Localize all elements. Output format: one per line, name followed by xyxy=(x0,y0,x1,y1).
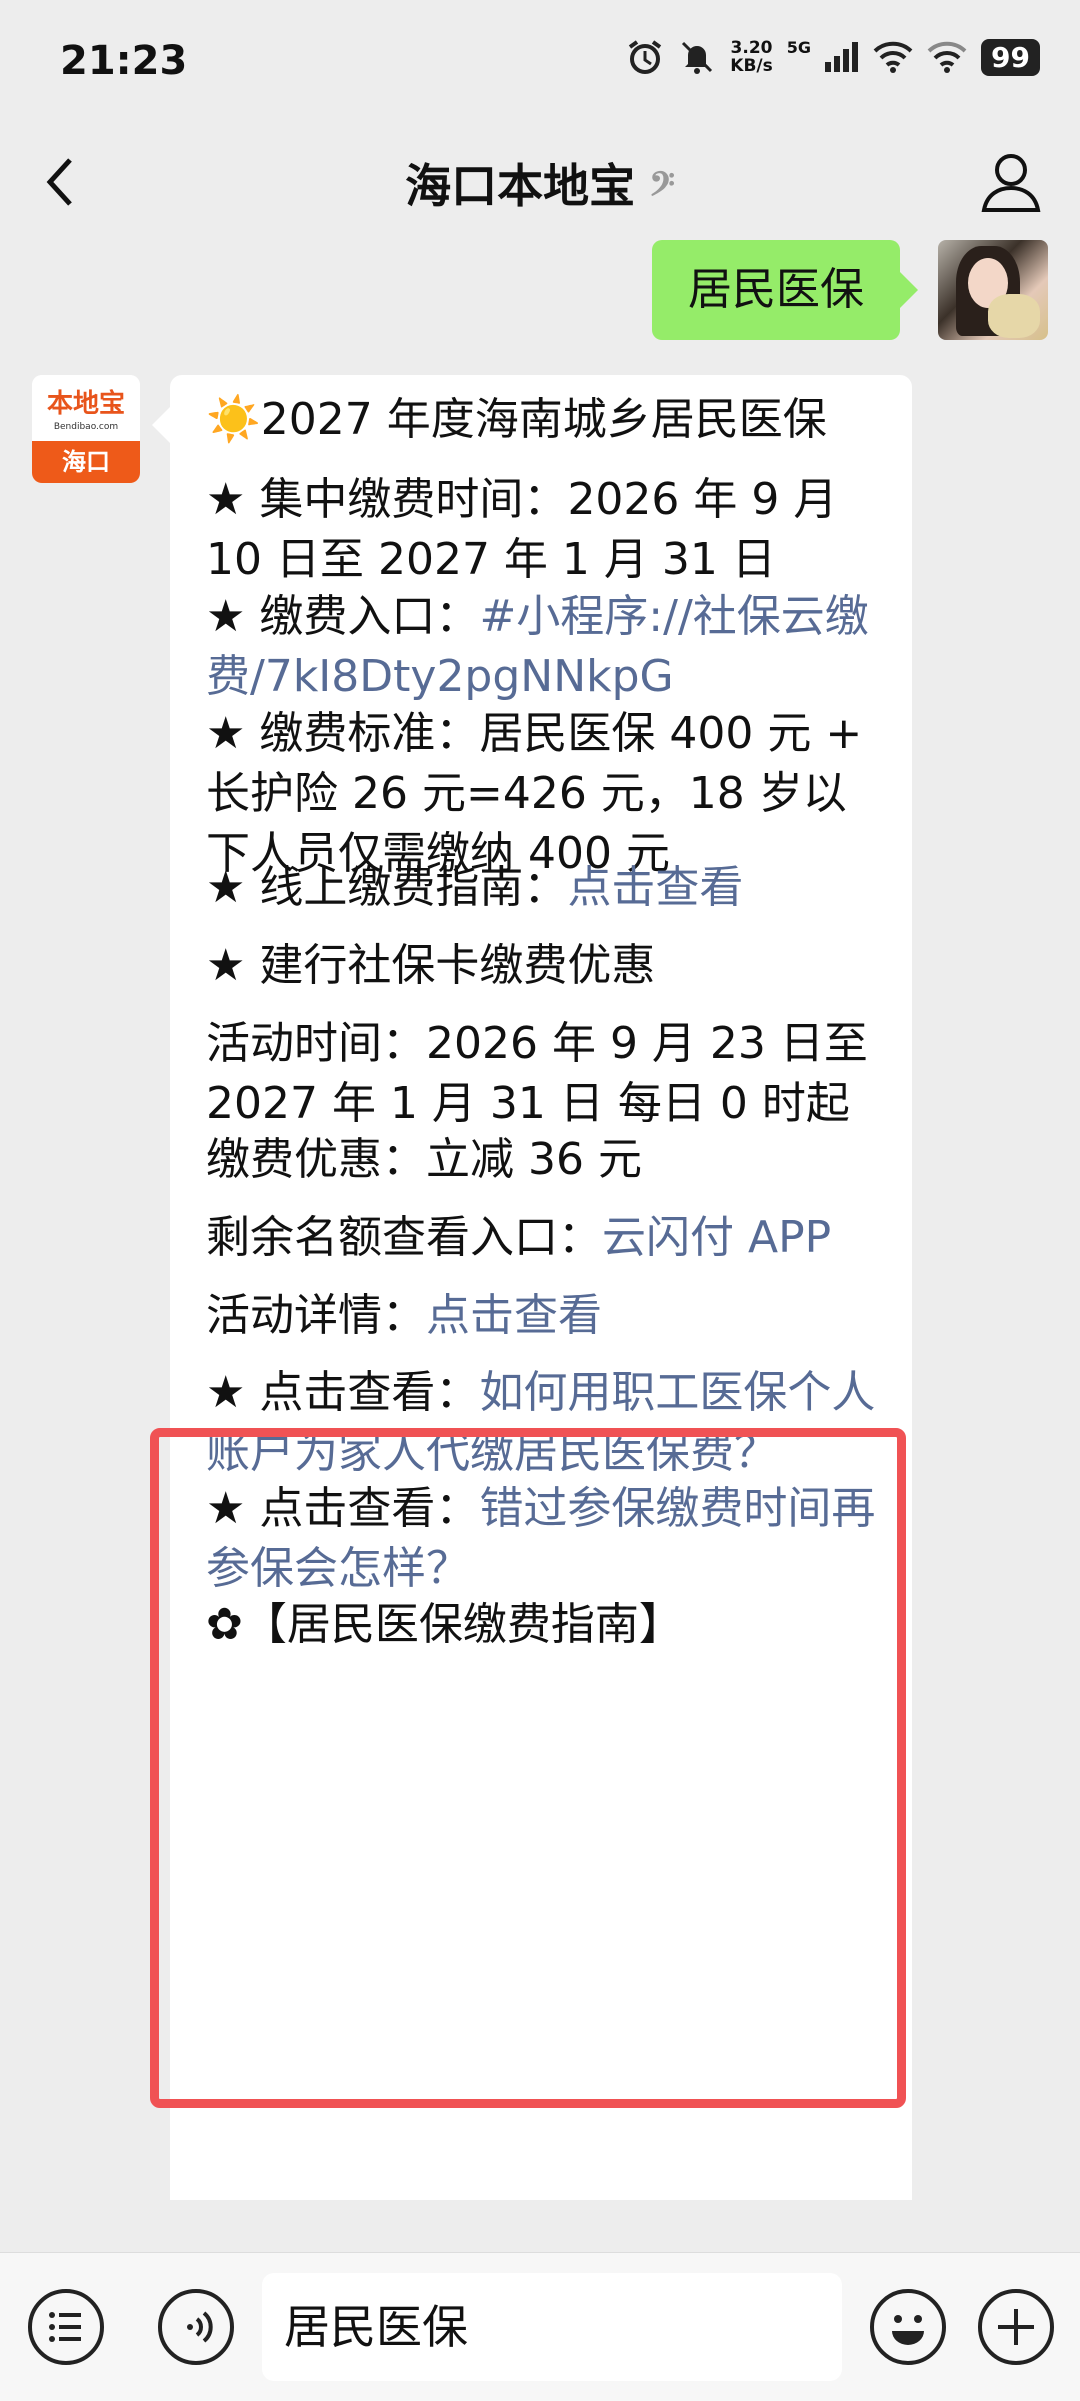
status-icons: 3.20 KB/s 5G 99 xyxy=(626,38,1040,76)
sent-message[interactable]: 居民医保 xyxy=(652,240,918,340)
avatar-city: 海口 xyxy=(32,441,140,483)
guide-link[interactable]: 点击查看 xyxy=(567,862,743,913)
quota-link[interactable]: 云闪付 APP xyxy=(602,1212,831,1263)
my-avatar[interactable] xyxy=(938,240,1048,340)
online-guide: ★ 线上缴费指南：点击查看 xyxy=(206,862,744,913)
pay-entry: ★ 缴费入口：#小程序://社保云缴费/7kI8Dty2pgNNkpG xyxy=(206,591,869,702)
wifi-icon-2 xyxy=(927,41,967,73)
menu-icon[interactable] xyxy=(28,2289,104,2365)
input-bar: 居民医保 xyxy=(0,2252,1080,2401)
chat-area[interactable]: 居民医保 本地宝 Bendibao.com 海口 ☀️2027 年度海南城乡居民… xyxy=(0,240,1080,2200)
message-bubble: ☀️2027 年度海南城乡居民医保 ★ 集中缴费时间：2026 年 9 月 10… xyxy=(152,375,912,2200)
detail-link[interactable]: 点击查看 xyxy=(426,1290,602,1341)
avatar-site: Bendibao.com xyxy=(53,422,119,432)
message-input[interactable]: 居民医保 xyxy=(262,2273,842,2381)
signal-icon xyxy=(825,42,859,72)
net-speed: 3.20 KB/s xyxy=(730,38,773,76)
bot-avatar[interactable]: 本地宝 Bendibao.com 海口 xyxy=(32,375,140,483)
ccb-title: ★ 建行社保卡缴费优惠 xyxy=(206,940,656,991)
quota-entry: 剩余名额查看入口：云闪付 APP xyxy=(206,1212,832,1263)
voice-icon[interactable] xyxy=(158,2289,234,2365)
battery-icon: 99 xyxy=(981,38,1040,76)
pay-time: ★ 集中缴费时间：2026 年 9 月 10 日至 2027 年 1 月 31 … xyxy=(206,474,838,585)
ear-icon: 𝄢 xyxy=(649,166,675,212)
emoji-icon[interactable] xyxy=(870,2289,946,2365)
status-bar: 21:23 3.20 KB/s 5G 99 xyxy=(0,0,1080,130)
page-title: 海口本地宝 𝄢 xyxy=(405,159,675,213)
wifi-icon xyxy=(873,41,913,73)
pay-standard: ★ 缴费标准：居民医保 400 元 + 长护险 26 元=426 元，18 岁以… xyxy=(206,708,863,879)
alarm-icon xyxy=(629,40,662,74)
see-2: ★ 点击查看：错过参保缴费时间再参保会怎样？ xyxy=(206,1483,876,1594)
mute-icon xyxy=(682,41,713,74)
activity-time: 活动时间：2026 年 9 月 23 日至 2027 年 1 月 31 日 每日… xyxy=(206,1018,868,1129)
person-icon[interactable] xyxy=(978,148,1044,214)
nav-bar: 海口本地宝 𝄢 xyxy=(0,130,1080,240)
network-label: 5G xyxy=(786,37,812,57)
plus-icon[interactable] xyxy=(978,2289,1054,2365)
status-time: 21:23 xyxy=(60,38,188,84)
avatar-logo: 本地宝 xyxy=(46,389,125,419)
activity-detail: 活动详情：点击查看 xyxy=(206,1290,602,1341)
message-title: ☀️2027 年度海南城乡居民医保 xyxy=(206,394,827,445)
cut-line: ✿【居民医保缴费指南】 xyxy=(206,1599,683,1650)
see-1: ★ 点击查看：如何用职工医保个人账户为家人代缴居民医保费？ xyxy=(206,1367,876,1478)
discount: 缴费优惠：立减 36 元 xyxy=(206,1134,642,1185)
